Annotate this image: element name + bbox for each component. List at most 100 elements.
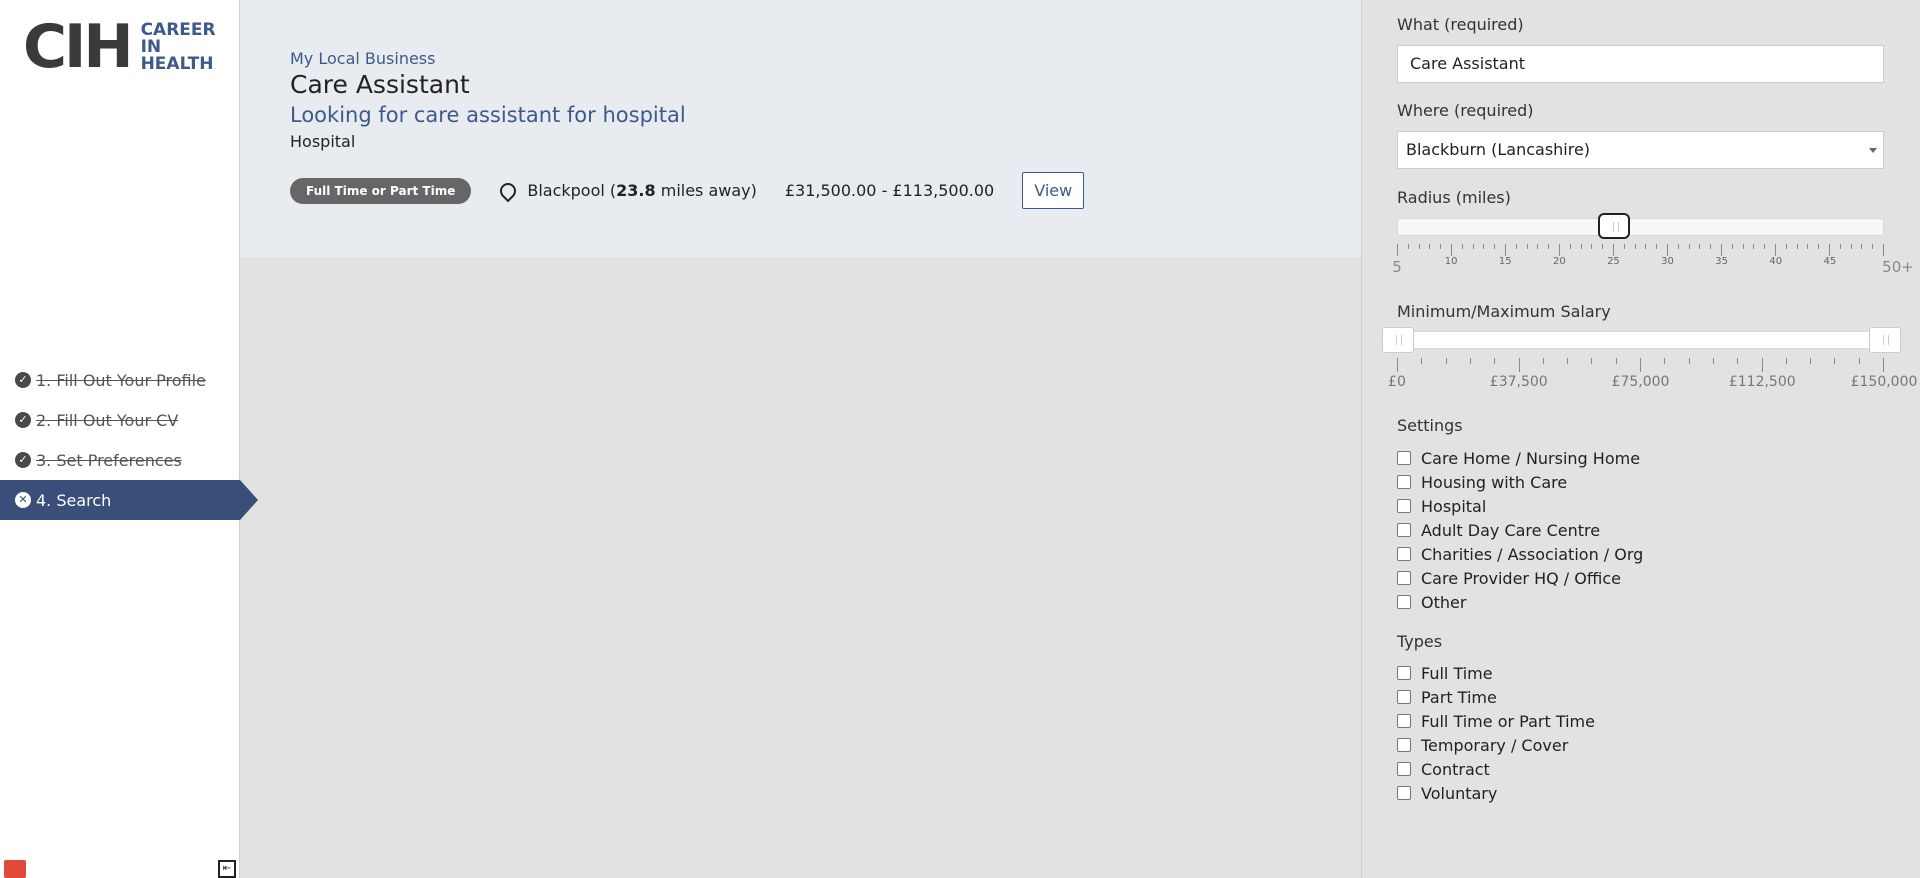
what-input[interactable]: Care Assistant	[1397, 45, 1884, 83]
setting-checkbox[interactable]	[1397, 475, 1411, 489]
type-checkbox[interactable]	[1397, 666, 1411, 680]
radius-tick	[1796, 244, 1798, 249]
radius-tick	[1494, 244, 1496, 249]
setting-checkbox[interactable]	[1397, 595, 1411, 609]
salary-tick-label: £112,500	[1728, 374, 1796, 390]
radius-tick	[1753, 244, 1755, 249]
type-checkbox[interactable]	[1397, 786, 1411, 800]
radius-tick	[1591, 244, 1593, 249]
radius-tick	[1872, 244, 1874, 249]
salary-slider[interactable]	[1382, 327, 1901, 353]
app-icon[interactable]	[4, 860, 26, 878]
setting-checkbox[interactable]	[1397, 451, 1411, 465]
type-option[interactable]: Contract	[1397, 757, 1595, 781]
job-type-badge: Full Time or Part Time	[290, 177, 472, 204]
salary-tick	[1591, 358, 1593, 364]
radius-tick	[1451, 244, 1452, 256]
setting-option-label: Hospital	[1421, 496, 1487, 516]
salary-tick	[1737, 358, 1739, 364]
radius-tick	[1569, 244, 1571, 249]
type-checkbox[interactable]	[1397, 762, 1411, 776]
step-label: 2. Fill Out Your CV	[36, 410, 179, 430]
check-circle-icon: ✓	[15, 372, 31, 388]
radius-label: Radius (miles)	[1397, 188, 1511, 207]
salary-max-handle[interactable]	[1869, 327, 1901, 353]
check-circle-icon: ✓	[15, 412, 31, 428]
salary-tick	[1469, 358, 1471, 364]
type-option[interactable]: Part Time	[1397, 685, 1595, 709]
radius-tick	[1440, 244, 1442, 249]
salary-min-handle[interactable]	[1382, 327, 1414, 353]
radius-tick	[1839, 244, 1841, 249]
logo[interactable]: CIH CAREER IN HEALTH	[23, 12, 216, 82]
radius-tick	[1461, 244, 1463, 249]
radius-slider-handle[interactable]	[1598, 213, 1631, 239]
radius-tick	[1829, 244, 1830, 256]
radius-tick-label: 30	[1661, 256, 1674, 267]
type-option-label: Contract	[1421, 759, 1490, 779]
radius-tick-label: 40	[1769, 256, 1783, 267]
view-button[interactable]: View	[1022, 172, 1085, 209]
salary-tick	[1542, 358, 1544, 364]
type-checkbox[interactable]	[1397, 690, 1411, 704]
setting-option[interactable]: Other	[1397, 590, 1643, 614]
salary-tick	[1883, 358, 1884, 372]
company-name[interactable]: My Local Business	[290, 49, 435, 68]
salary-tick	[1494, 358, 1496, 364]
where-select[interactable]: Blackburn (Lancashire)	[1397, 131, 1884, 169]
collapse-sidebar-icon[interactable]: ⇤	[218, 860, 236, 878]
job-result-card: My Local Business Care Assistant Looking…	[240, 0, 1361, 257]
salary-tick	[1664, 358, 1666, 364]
setting-option[interactable]: Charities / Association / Org	[1397, 542, 1643, 566]
what-label: What (required)	[1397, 15, 1524, 34]
salary-tick	[1688, 358, 1690, 364]
where-label: Where (required)	[1397, 101, 1534, 120]
salary-tick	[1518, 358, 1520, 372]
radius-tick-label: 50+	[1882, 258, 1914, 276]
step-cv[interactable]: ✓ 2. Fill Out Your CV	[0, 400, 240, 440]
type-option[interactable]: Full Time	[1397, 661, 1595, 685]
step-search[interactable]: ✕ 4. Search	[0, 480, 258, 520]
radius-tick	[1645, 244, 1647, 249]
radius-tick-label: 5	[1392, 258, 1402, 276]
type-option[interactable]: Temporary / Cover	[1397, 733, 1595, 757]
step-label: 3. Set Preferences	[36, 450, 182, 470]
setting-option[interactable]: Adult Day Care Centre	[1397, 518, 1643, 542]
setting-option[interactable]: Care Provider HQ / Office	[1397, 566, 1643, 590]
radius-tick	[1580, 244, 1582, 249]
setting-checkbox[interactable]	[1397, 571, 1411, 585]
radius-slider[interactable]	[1397, 213, 1884, 239]
setting-option[interactable]: Hospital	[1397, 494, 1643, 518]
salary-tick	[1858, 358, 1860, 364]
setting-checkbox[interactable]	[1397, 547, 1411, 561]
salary-tick-label: £75,000	[1611, 374, 1670, 390]
type-checkbox[interactable]	[1397, 738, 1411, 752]
salary-tick	[1712, 358, 1714, 364]
setting-checkbox[interactable]	[1397, 523, 1411, 537]
radius-tick-label: 35	[1715, 256, 1729, 267]
setting-checkbox[interactable]	[1397, 499, 1411, 513]
radius-tick	[1818, 244, 1820, 249]
radius-tick	[1656, 244, 1658, 249]
step-label: 1. Fill Out Your Profile	[36, 370, 206, 390]
step-preferences[interactable]: ✓ 3. Set Preferences	[0, 440, 240, 480]
radius-tick	[1472, 244, 1474, 249]
radius-tick	[1602, 244, 1604, 249]
step-profile[interactable]: ✓ 1. Fill Out Your Profile	[0, 360, 240, 400]
job-description: Looking for care assistant for hospital	[290, 103, 686, 127]
type-checkbox[interactable]	[1397, 714, 1411, 728]
type-option[interactable]: Full Time or Part Time	[1397, 709, 1595, 733]
logo-mark: CIH	[23, 12, 134, 82]
location-town: Blackpool (	[527, 181, 617, 200]
setting-option[interactable]: Housing with Care	[1397, 470, 1643, 494]
where-value: Blackburn (Lancashire)	[1406, 140, 1591, 159]
logo-line: HEALTH	[140, 53, 214, 74]
setting-option-label: Housing with Care	[1421, 472, 1568, 492]
salary-tick	[1640, 358, 1641, 372]
radius-tick	[1623, 244, 1625, 249]
radius-tick	[1548, 244, 1550, 249]
radius-tick	[1861, 244, 1863, 249]
type-option[interactable]: Voluntary	[1397, 781, 1595, 805]
setting-option[interactable]: Care Home / Nursing Home	[1397, 446, 1643, 470]
salary-tick	[1421, 358, 1423, 364]
